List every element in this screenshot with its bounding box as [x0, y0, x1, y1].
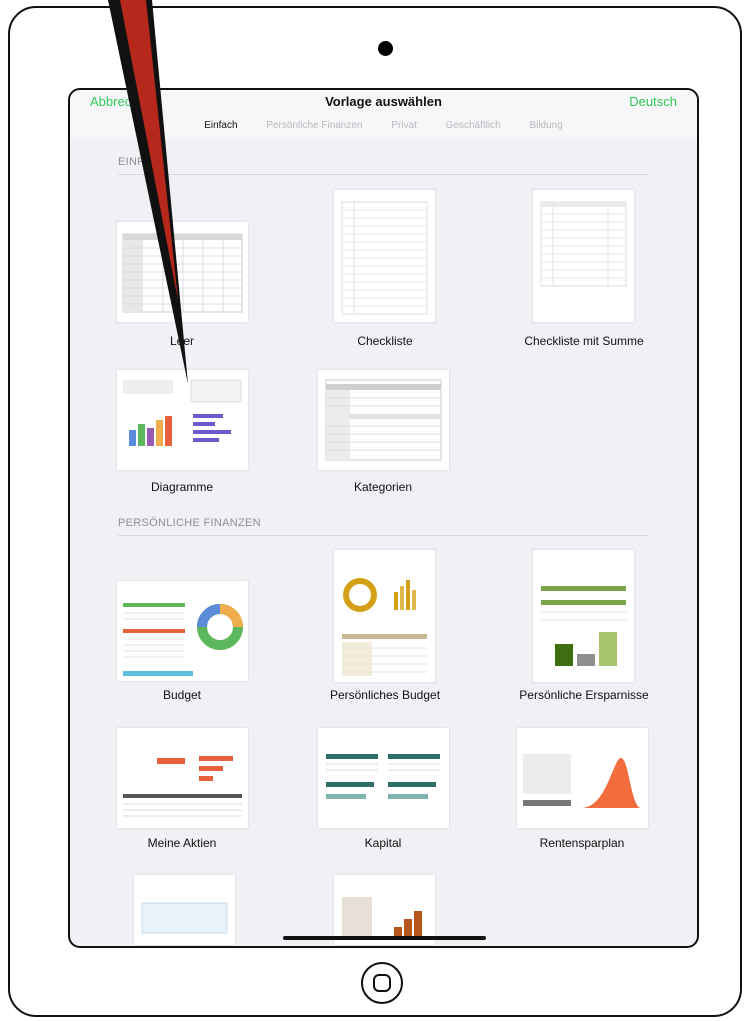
home-button-icon[interactable]	[361, 962, 403, 1004]
rentensparplan-preview	[523, 754, 641, 808]
kategorien-preview	[325, 379, 442, 461]
template-label-rentensparplan[interactable]: Rentensparplan	[482, 836, 682, 850]
template-thumbnail-kategorien[interactable]	[318, 370, 449, 470]
template-picker: Abbrechen Vorlage auswählen Deutsch Einf…	[68, 88, 699, 948]
leer-preview	[122, 233, 243, 313]
section-header-einfach: EINFACH	[118, 156, 168, 168]
section-divider	[118, 535, 649, 536]
checkliste-preview	[341, 201, 428, 315]
template-label-budget[interactable]: Budget	[82, 688, 282, 702]
template-thumbnail-meine-aktien[interactable]	[117, 728, 248, 828]
tab-geschaeftlich[interactable]: Geschäftlich	[446, 120, 501, 131]
template-label-kapital[interactable]: Kapital	[283, 836, 483, 850]
section-divider	[118, 174, 649, 175]
template-thumbnail-rentensparplan[interactable]	[517, 728, 648, 828]
template-label-meine-aktien[interactable]: Meine Aktien	[82, 836, 282, 850]
partial-preview	[141, 902, 228, 934]
tab-persoenliche-finanzen[interactable]: Persönliche Finanzen	[266, 120, 362, 131]
navigation-bar: Abbrechen Vorlage auswählen Deutsch Einf…	[70, 90, 697, 140]
template-thumbnail-checkliste-mit-summe[interactable]	[533, 190, 634, 322]
template-thumbnail-partial[interactable]	[134, 875, 235, 945]
template-thumbnail-checkliste[interactable]	[334, 190, 435, 322]
template-label-checkliste-mit-summe[interactable]: Checkliste mit Summe	[484, 334, 684, 348]
meine-aktien-preview	[123, 756, 242, 817]
template-label-kategorien[interactable]: Kategorien	[283, 480, 483, 494]
template-label-persoenliche-ersparnisse[interactable]: Persönliche Ersparnisse	[484, 688, 684, 702]
template-thumbnail-budget[interactable]	[117, 581, 248, 681]
persoenliches-budget-preview	[342, 578, 427, 676]
tab-einfach[interactable]: Einfach	[204, 120, 237, 131]
tab-bildung[interactable]: Bildung	[529, 120, 562, 131]
page-title: Vorlage auswählen	[325, 94, 442, 109]
template-thumbnail-leer[interactable]	[117, 222, 248, 322]
language-button[interactable]: Deutsch	[629, 94, 677, 109]
checkliste-mit-summe-preview	[540, 201, 627, 287]
template-label-checkliste[interactable]: Checkliste	[285, 334, 485, 348]
persoenliche-ersparnisse-preview	[541, 586, 626, 666]
tab-bar: Einfach Persönliche Finanzen Privat Gesc…	[70, 120, 697, 131]
camera-icon	[378, 41, 393, 56]
template-label-leer[interactable]: Leer	[82, 334, 282, 348]
template-thumbnail-persoenliches-budget[interactable]	[334, 550, 435, 682]
budget-preview	[123, 603, 243, 676]
template-thumbnail-diagramme[interactable]	[117, 370, 248, 470]
template-label-persoenliches-budget[interactable]: Persönliches Budget	[285, 688, 485, 702]
template-thumbnail-partial[interactable]	[334, 875, 435, 945]
template-thumbnail-kapital[interactable]	[318, 728, 449, 828]
kapital-preview	[326, 754, 440, 799]
diagramme-preview	[123, 379, 242, 446]
tab-privat[interactable]: Privat	[391, 120, 417, 131]
partial-preview	[342, 897, 422, 939]
template-label-diagramme[interactable]: Diagramme	[82, 480, 282, 494]
home-indicator	[283, 936, 486, 940]
template-thumbnail-persoenliche-ersparnisse[interactable]	[533, 550, 634, 682]
section-header-persoenliche-finanzen: PERSÖNLICHE FINANZEN	[118, 517, 261, 529]
